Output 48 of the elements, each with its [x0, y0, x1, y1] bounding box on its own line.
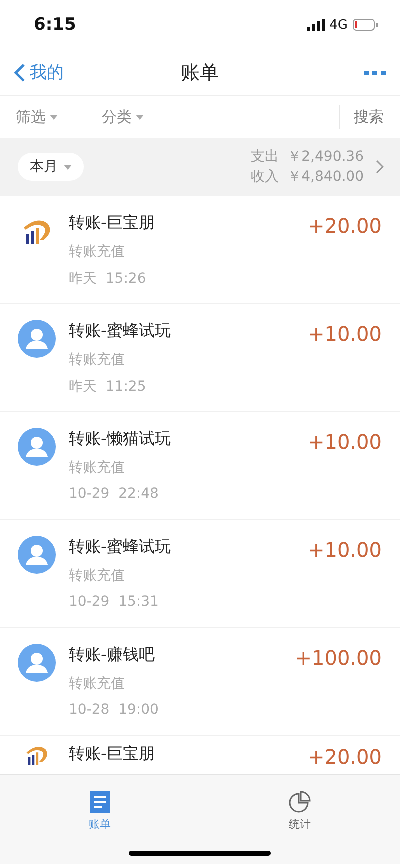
page-title: 账单: [181, 60, 219, 86]
transaction-title: 转账-巨宝朋: [69, 213, 156, 234]
transaction-title: 转账-巨宝朋: [69, 744, 156, 765]
pie-chart-icon: [289, 791, 311, 813]
back-button[interactable]: 我的: [14, 61, 64, 84]
chevron-left-icon: [14, 62, 26, 82]
transaction-title: 转账-懒猫试玩: [69, 429, 172, 450]
transaction-amount: +10.00: [308, 429, 382, 456]
expense-total: 支出 ￥2,490.36: [250, 148, 364, 166]
filter-dropdown[interactable]: 分类: [102, 108, 144, 126]
transaction-category: 转账充值: [69, 243, 126, 261]
transaction-time: 10-29 15:31: [69, 594, 160, 610]
transaction-category: 转账充值: [69, 567, 126, 585]
status-time: 6:15: [34, 15, 76, 35]
tab[interactable]: 统计: [200, 775, 400, 844]
transaction-amount: +10.00: [308, 321, 382, 348]
transaction-amount: +20.00: [308, 213, 382, 240]
person-avatar: [18, 644, 56, 682]
transaction-time: 10-29 22:48: [69, 486, 160, 502]
signal-icon: [306, 19, 325, 31]
chevron-right-icon[interactable]: [376, 160, 384, 174]
income-total: 收入 ￥4,840.00: [250, 168, 364, 186]
month-dropdown[interactable]: 本月: [18, 153, 84, 181]
tab[interactable]: 账单: [0, 775, 200, 844]
transaction-amount: +100.00: [295, 645, 382, 672]
transaction-category: 转账充值: [69, 675, 126, 693]
transaction-amount: +20.00: [308, 744, 382, 771]
network-label: 4G: [330, 18, 348, 32]
transaction-amount: +10.00: [308, 537, 382, 564]
person-avatar: [18, 320, 56, 358]
battery-icon: [353, 19, 378, 31]
search-button[interactable]: 搜索: [339, 105, 384, 129]
transaction-category: 转账充值: [69, 459, 126, 477]
caret-icon: [50, 114, 58, 120]
transaction-time: 昨天 11:25: [69, 378, 148, 396]
caret-icon: [136, 114, 144, 120]
transaction-title: 转账-蜜蜂试玩: [69, 537, 172, 558]
transaction-category: 转账充值: [69, 351, 126, 369]
person-avatar: [18, 428, 56, 466]
transaction-title: 转账-蜜蜂试玩: [69, 321, 172, 342]
caret-icon: [64, 164, 72, 170]
transaction-time: 10-28 19:00: [69, 702, 160, 718]
transaction-title: 转账-赚钱吧: [69, 645, 156, 666]
person-avatar: [18, 536, 56, 574]
more-button[interactable]: [364, 70, 386, 76]
filter-dropdown[interactable]: 筛选: [16, 108, 58, 126]
list-icon: [90, 791, 110, 813]
transaction-time: 昨天 15:26: [69, 270, 148, 288]
